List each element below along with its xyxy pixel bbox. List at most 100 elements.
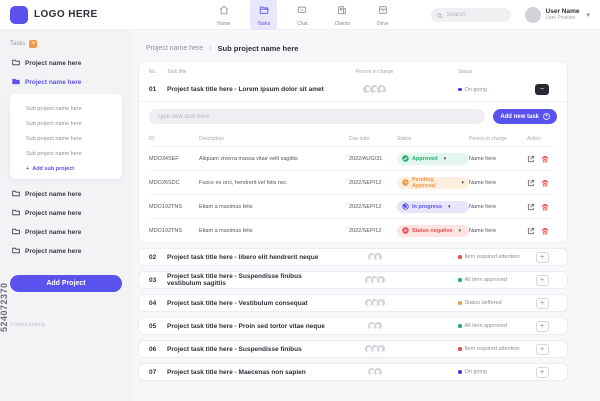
- avatar-group: [363, 298, 386, 308]
- subtask-description: Etiam a maximus felis: [199, 203, 253, 210]
- project-setting-link[interactable]: Project setting: [10, 322, 122, 328]
- task-title: Project task title here - Proin sed tort…: [167, 322, 325, 330]
- project-label: Project name here: [25, 79, 82, 86]
- status-label: Item required attention: [464, 346, 520, 352]
- delete-task-button[interactable]: [541, 227, 549, 235]
- subtask-description: Fusce ex orci, hendrerit vel felis nec: [199, 179, 287, 186]
- task-row-07: 07 Project task title here - Maecenas no…: [138, 363, 568, 381]
- subtask-row: MDO192TNS Etiam a maximus felis 2022/SEP…: [149, 218, 557, 242]
- task-status: Item required attention: [422, 346, 527, 352]
- plus-circle-icon: +: [543, 113, 550, 120]
- expand-task-button[interactable]: +: [535, 366, 549, 378]
- subproject-panel: Sub project name here Sub project name h…: [10, 94, 122, 179]
- subtask-id: MDO26SDC: [149, 179, 180, 186]
- task-row-03: 03 Project task title here - Suspendisse…: [138, 271, 568, 289]
- subproject-item[interactable]: Sub project name here: [26, 131, 116, 146]
- sidebar-project-item[interactable]: Project name here: [10, 223, 122, 242]
- chevron-down-icon[interactable]: ▾: [586, 11, 590, 19]
- add-new-task-button[interactable]: Add new task +: [493, 109, 557, 124]
- column-description: Description: [199, 136, 225, 142]
- nav-label: Chat: [297, 21, 308, 27]
- chat-icon: [297, 2, 307, 20]
- expand-task-button[interactable]: +: [535, 343, 549, 355]
- expand-task-button[interactable]: +: [535, 274, 549, 286]
- status-dropdown-negative[interactable]: Status negative ▾: [397, 224, 469, 237]
- avatar: [375, 298, 386, 308]
- folder-icon: [12, 209, 20, 218]
- sidebar-project-item[interactable]: Project name here: [10, 204, 122, 223]
- task-number: 01: [149, 86, 157, 93]
- external-link-icon: [527, 179, 535, 186]
- delete-task-button[interactable]: [541, 179, 549, 187]
- subtask-row: MDO26SDC Fusce ex orci, hendrerit vel fe…: [149, 170, 557, 194]
- sidebar-project-list: Project name here Project name here Proj…: [10, 185, 122, 261]
- add-project-button[interactable]: Add Project: [10, 275, 122, 292]
- project-label: Project name here: [25, 248, 82, 255]
- expand-task-button[interactable]: +: [535, 320, 549, 332]
- delete-task-button[interactable]: [541, 155, 549, 163]
- status-dropdown-in-progress[interactable]: In progress ▾: [397, 200, 469, 213]
- sidebar-project-item[interactable]: Project name here: [10, 242, 122, 261]
- task-title: Project task title here - libero elit he…: [167, 253, 319, 261]
- expand-task-button[interactable]: +: [535, 297, 549, 309]
- collapse-task-button[interactable]: −: [535, 84, 549, 95]
- plus-icon: +: [26, 166, 30, 172]
- sidebar-project-item-active[interactable]: Project name here: [10, 73, 122, 92]
- search-input[interactable]: [446, 11, 505, 18]
- nav-item-chat[interactable]: Chat: [290, 0, 315, 30]
- subtask-due-date: 2022/SEP/12: [349, 179, 382, 186]
- subproject-item[interactable]: Sub project name here: [26, 116, 116, 131]
- subtask-person: Name here: [469, 155, 497, 162]
- trash-icon: [542, 203, 548, 210]
- subproject-item[interactable]: Sub project name here: [26, 146, 116, 161]
- folder-icon: [12, 190, 20, 199]
- open-task-button[interactable]: [527, 203, 535, 211]
- status-dot-icon: [458, 347, 462, 351]
- subtask-person: Name here: [469, 179, 497, 186]
- nav-item-tasks[interactable]: Tasks: [250, 0, 278, 30]
- expand-task-button[interactable]: +: [535, 251, 549, 263]
- status-dropdown-approved[interactable]: Approved ▾: [397, 152, 469, 165]
- task-title: Project task title here - Vestibulum con…: [167, 299, 308, 307]
- subtask-description: Etiam a maximus felis: [199, 227, 253, 234]
- breadcrumb-parent[interactable]: Project name here: [146, 45, 203, 52]
- folder-icon: [259, 2, 269, 20]
- nav-label: Home: [217, 21, 231, 27]
- task-row-02: 02 Project task title here - libero elit…: [138, 248, 568, 266]
- avatar-group: [363, 344, 386, 354]
- avatar-group: [366, 367, 383, 377]
- sidebar-section-label: Tasks: [10, 41, 26, 47]
- add-subproject-link[interactable]: + Add sub project: [26, 161, 116, 172]
- drive-icon: [378, 2, 388, 20]
- column-status: Status: [458, 69, 473, 75]
- subtask-description: Aliquam viverra massa vitae velit sagitt…: [199, 155, 298, 162]
- avatar-group: [363, 275, 386, 285]
- task-status: Item required attention: [422, 254, 527, 260]
- status-dot-icon: [458, 278, 462, 282]
- avatar: [372, 321, 383, 331]
- chevron-down-icon: ▾: [461, 179, 464, 186]
- project-label: Project name here: [25, 191, 82, 198]
- task-table-header: No. Task title Person in charge Status: [149, 62, 557, 78]
- open-task-button[interactable]: [527, 179, 535, 187]
- avatar-group: [362, 84, 387, 95]
- nav-item-clients[interactable]: Clients: [328, 0, 357, 30]
- new-task-input[interactable]: [149, 109, 486, 124]
- status-dropdown-pending[interactable]: Pending Approval ▾: [397, 176, 469, 189]
- open-task-button[interactable]: [527, 155, 535, 163]
- open-task-button[interactable]: [527, 227, 535, 235]
- sidebar-project-item[interactable]: Project name here: [10, 185, 122, 204]
- task-title: Project task title here - Suspendisse fi…: [167, 345, 302, 353]
- subproject-item[interactable]: Sub project name here: [26, 101, 116, 116]
- nav-item-home[interactable]: Home: [210, 0, 237, 30]
- task-row-05: 05 Project task title here - Proin sed t…: [138, 317, 568, 335]
- task-row-01: 01 Project task title here - Lorem ipsum…: [149, 78, 557, 101]
- sidebar-project-item[interactable]: Project name here: [10, 54, 122, 73]
- chevron-down-icon: ▾: [447, 203, 451, 210]
- tasks-badge: +: [29, 40, 38, 48]
- nav-item-drive[interactable]: Drive: [370, 0, 396, 30]
- task-status: All item approved: [422, 323, 527, 329]
- subtask-actions: [527, 179, 557, 187]
- user-menu[interactable]: User Name User Position ▾: [524, 6, 590, 23]
- delete-task-button[interactable]: [541, 203, 549, 211]
